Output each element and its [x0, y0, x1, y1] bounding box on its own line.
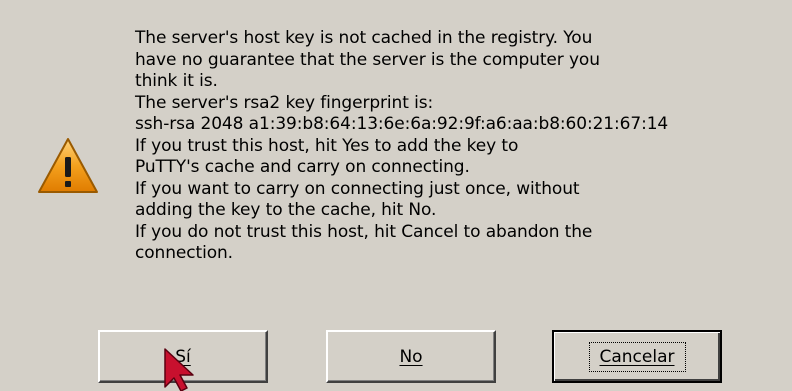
message-line: If you do not trust this host, hit Cance…: [135, 221, 593, 242]
security-alert-dialog: The server's host key is not cached in t…: [0, 0, 792, 391]
cancel-button-label: Cancelar: [599, 346, 675, 367]
no-button-label: No: [399, 346, 423, 367]
warning-icon: [38, 138, 98, 193]
message-line: think it is.: [135, 71, 218, 91]
dialog-message: The server's host key is not cached in t…: [135, 28, 785, 265]
mouse-pointer-icon: [164, 348, 194, 391]
fingerprint-line: ssh-rsa 2048 a1:39:b8:64:13:6e:6a:92:9f:…: [135, 114, 669, 134]
message-line: If you want to carry on connecting just …: [135, 178, 580, 199]
message-line: The server's host key is not cached in t…: [135, 28, 593, 48]
cancel-button[interactable]: Cancelar: [552, 330, 722, 383]
no-button[interactable]: No: [326, 330, 496, 383]
message-line: adding the key to the cache, hit No.: [135, 200, 437, 220]
focus-rectangle: Cancelar: [588, 341, 686, 372]
message-line: If you trust this host, hit Yes to add t…: [135, 135, 519, 156]
message-line: PuTTY's cache and carry on connecting.: [135, 157, 470, 177]
message-line: The server's rsa2 key fingerprint is:: [135, 92, 434, 113]
message-line: have no guarantee that the server is the…: [135, 49, 600, 70]
message-line: connection.: [135, 243, 233, 263]
